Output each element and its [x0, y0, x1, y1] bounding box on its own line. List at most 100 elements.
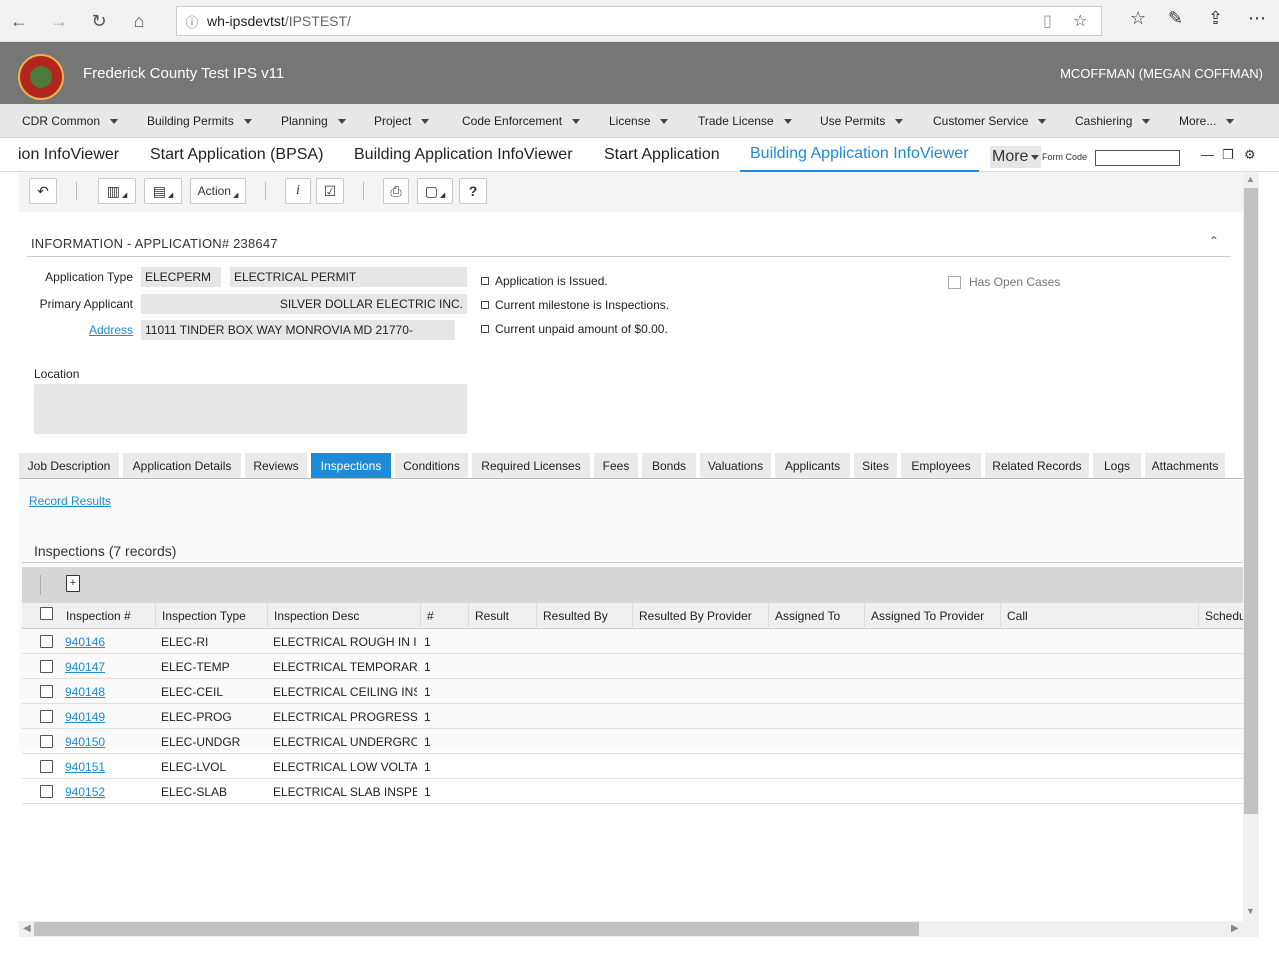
- chevron-up-icon[interactable]: ⌃: [1209, 234, 1219, 248]
- ws-tab-building-application-infoviewer[interactable]: Building Application InfoViewer: [354, 138, 573, 172]
- col-count[interactable]: #: [421, 603, 469, 629]
- tab-logs[interactable]: Logs: [1093, 453, 1141, 478]
- home-icon[interactable]: ⌂: [126, 8, 152, 34]
- tab-conditions[interactable]: Conditions: [395, 453, 468, 478]
- col-inspection-desc[interactable]: Inspection Desc: [268, 603, 421, 629]
- col-resulted-by-provider[interactable]: Resulted By Provider: [633, 603, 769, 629]
- restore-icon[interactable]: ❐: [1222, 147, 1234, 163]
- menu-cdr-common[interactable]: CDR Common: [22, 104, 119, 138]
- tab-reviews[interactable]: Reviews: [245, 453, 307, 478]
- tab-employees[interactable]: Employees: [901, 453, 981, 478]
- row-checkbox[interactable]: [40, 635, 53, 648]
- has-open-cases-checkbox[interactable]: [948, 275, 961, 289]
- form-code-input[interactable]: [1095, 150, 1180, 166]
- action-menu-button[interactable]: Action ◢: [190, 178, 246, 204]
- book-icon[interactable]: ▥ ◢: [98, 178, 136, 204]
- scroll-down-icon[interactable]: ▼: [1246, 906, 1255, 916]
- tab-sites[interactable]: Sites: [854, 453, 897, 478]
- print-icon[interactable]: ⎙: [383, 178, 409, 204]
- info-icon[interactable]: i: [285, 178, 311, 204]
- col-inspection-type[interactable]: Inspection Type: [156, 603, 268, 629]
- tab-related-records[interactable]: Related Records: [985, 453, 1089, 478]
- ws-tab-building-application-infoviewer-active[interactable]: Building Application InfoViewer: [740, 138, 979, 172]
- menu-customer-service[interactable]: Customer Service: [933, 104, 1047, 138]
- tab-inspections[interactable]: Inspections: [311, 453, 391, 478]
- ws-more-button[interactable]: More: [990, 146, 1042, 168]
- table-row[interactable]: 940147 ELEC-TEMP ELECTRICAL TEMPORAR 1: [22, 654, 1243, 679]
- inspection-number-link[interactable]: 940148: [65, 679, 105, 704]
- inspection-number-link[interactable]: 940152: [65, 779, 105, 804]
- list-icon[interactable]: ▤ ◢: [144, 178, 182, 204]
- col-assigned-to-provider[interactable]: Assigned To Provider: [865, 603, 1001, 629]
- table-row[interactable]: 940151 ELEC-LVOL ELECTRICAL LOW VOLTA 1: [22, 754, 1243, 779]
- horizontal-scrollbar[interactable]: ◀ ▶: [19, 921, 1259, 937]
- back-arrow-icon[interactable]: ←: [6, 8, 32, 34]
- tab-application-details[interactable]: Application Details: [123, 453, 241, 478]
- tab-bonds[interactable]: Bonds: [642, 453, 696, 478]
- scroll-left-icon[interactable]: ◀: [23, 923, 31, 934]
- menu-cashiering[interactable]: Cashiering: [1075, 104, 1151, 138]
- col-call[interactable]: Call: [1001, 603, 1199, 629]
- menu-project[interactable]: Project: [374, 104, 430, 138]
- refresh-icon[interactable]: ↻: [86, 8, 112, 34]
- menu-building-permits[interactable]: Building Permits: [147, 104, 252, 138]
- inspection-number-link[interactable]: 940147: [65, 654, 105, 679]
- help-icon[interactable]: ?: [459, 178, 487, 204]
- menu-more[interactable]: More...: [1179, 104, 1235, 138]
- row-checkbox[interactable]: [40, 660, 53, 673]
- user-name[interactable]: MCOFFMAN (MEGAN COFFMAN): [1060, 66, 1263, 81]
- share-icon[interactable]: ⇪: [1208, 8, 1223, 29]
- table-row[interactable]: 940149 ELEC-PROG ELECTRICAL PROGRESS 1: [22, 704, 1243, 729]
- inspection-number-link[interactable]: 940149: [65, 704, 105, 729]
- row-checkbox[interactable]: [40, 760, 53, 773]
- col-schedule[interactable]: Schedu: [1199, 603, 1243, 629]
- col-resulted-by[interactable]: Resulted By: [537, 603, 633, 629]
- undo-icon[interactable]: ↶: [29, 178, 57, 204]
- vertical-scroll-thumb[interactable]: [1244, 188, 1258, 814]
- select-all-checkbox[interactable]: [40, 607, 53, 620]
- forward-arrow-icon[interactable]: →: [46, 8, 72, 34]
- menu-planning[interactable]: Planning: [281, 104, 346, 138]
- inspection-number-link[interactable]: 940150: [65, 729, 105, 754]
- table-row[interactable]: 940150 ELEC-UNDGR ELECTRICAL UNDERGRC 1: [22, 729, 1243, 754]
- tab-job-description[interactable]: Job Description: [19, 453, 119, 478]
- table-row[interactable]: 940152 ELEC-SLAB ELECTRICAL SLAB INSPE 1: [22, 779, 1243, 804]
- inspection-number-link[interactable]: 940151: [65, 754, 105, 779]
- scroll-right-icon[interactable]: ▶: [1231, 923, 1239, 934]
- menu-code-enforcement[interactable]: Code Enforcement: [462, 104, 581, 138]
- row-checkbox[interactable]: [40, 785, 53, 798]
- inspection-number-link[interactable]: 940146: [65, 629, 105, 654]
- menu-trade-license[interactable]: Trade License: [698, 104, 792, 138]
- gear-icon[interactable]: ⚙: [1244, 147, 1256, 163]
- tab-valuations[interactable]: Valuations: [700, 453, 771, 478]
- document-icon[interactable]: ▢ ◢: [417, 178, 453, 204]
- ws-tab-start-application[interactable]: Start Application: [604, 138, 720, 172]
- ws-tab-start-application-bpsa[interactable]: Start Application (BPSA): [150, 138, 323, 172]
- tab-required-licenses[interactable]: Required Licenses: [472, 453, 590, 478]
- menu-use-permits[interactable]: Use Permits: [820, 104, 904, 138]
- horizontal-scroll-thumb[interactable]: [34, 922, 919, 936]
- row-checkbox[interactable]: [40, 735, 53, 748]
- favorites-list-icon[interactable]: ☆: [1130, 8, 1146, 29]
- vertical-scrollbar[interactable]: ▲ ▼: [1243, 172, 1259, 921]
- tab-applicants[interactable]: Applicants: [775, 453, 850, 478]
- pen-icon[interactable]: ✎: [1168, 8, 1183, 29]
- table-row[interactable]: 940148 ELEC-CEIL ELECTRICAL CEILING INS …: [22, 679, 1243, 704]
- more-options-icon[interactable]: ⋯: [1248, 8, 1266, 29]
- reading-view-icon[interactable]: ▯: [1043, 11, 1052, 31]
- scroll-up-icon[interactable]: ▲: [1246, 174, 1255, 184]
- minimize-icon[interactable]: —: [1201, 147, 1214, 162]
- col-assigned-to[interactable]: Assigned To: [769, 603, 865, 629]
- row-checkbox[interactable]: [40, 710, 53, 723]
- add-record-icon[interactable]: +: [66, 575, 80, 592]
- ws-tab-infoviewer-partial[interactable]: ion InfoViewer: [18, 138, 119, 172]
- col-result[interactable]: Result: [469, 603, 537, 629]
- col-inspection-number[interactable]: Inspection #: [60, 603, 156, 629]
- row-checkbox[interactable]: [40, 685, 53, 698]
- record-results-link[interactable]: Record Results: [29, 494, 111, 508]
- tab-attachments[interactable]: Attachments: [1145, 453, 1225, 478]
- tab-fees[interactable]: Fees: [594, 453, 638, 478]
- address-link[interactable]: Address: [39, 323, 133, 337]
- address-bar[interactable]: ⓘ wh-ipsdevtst/IPSTEST/ ▯ ☆: [176, 6, 1102, 36]
- favorite-star-icon[interactable]: ☆: [1073, 11, 1087, 31]
